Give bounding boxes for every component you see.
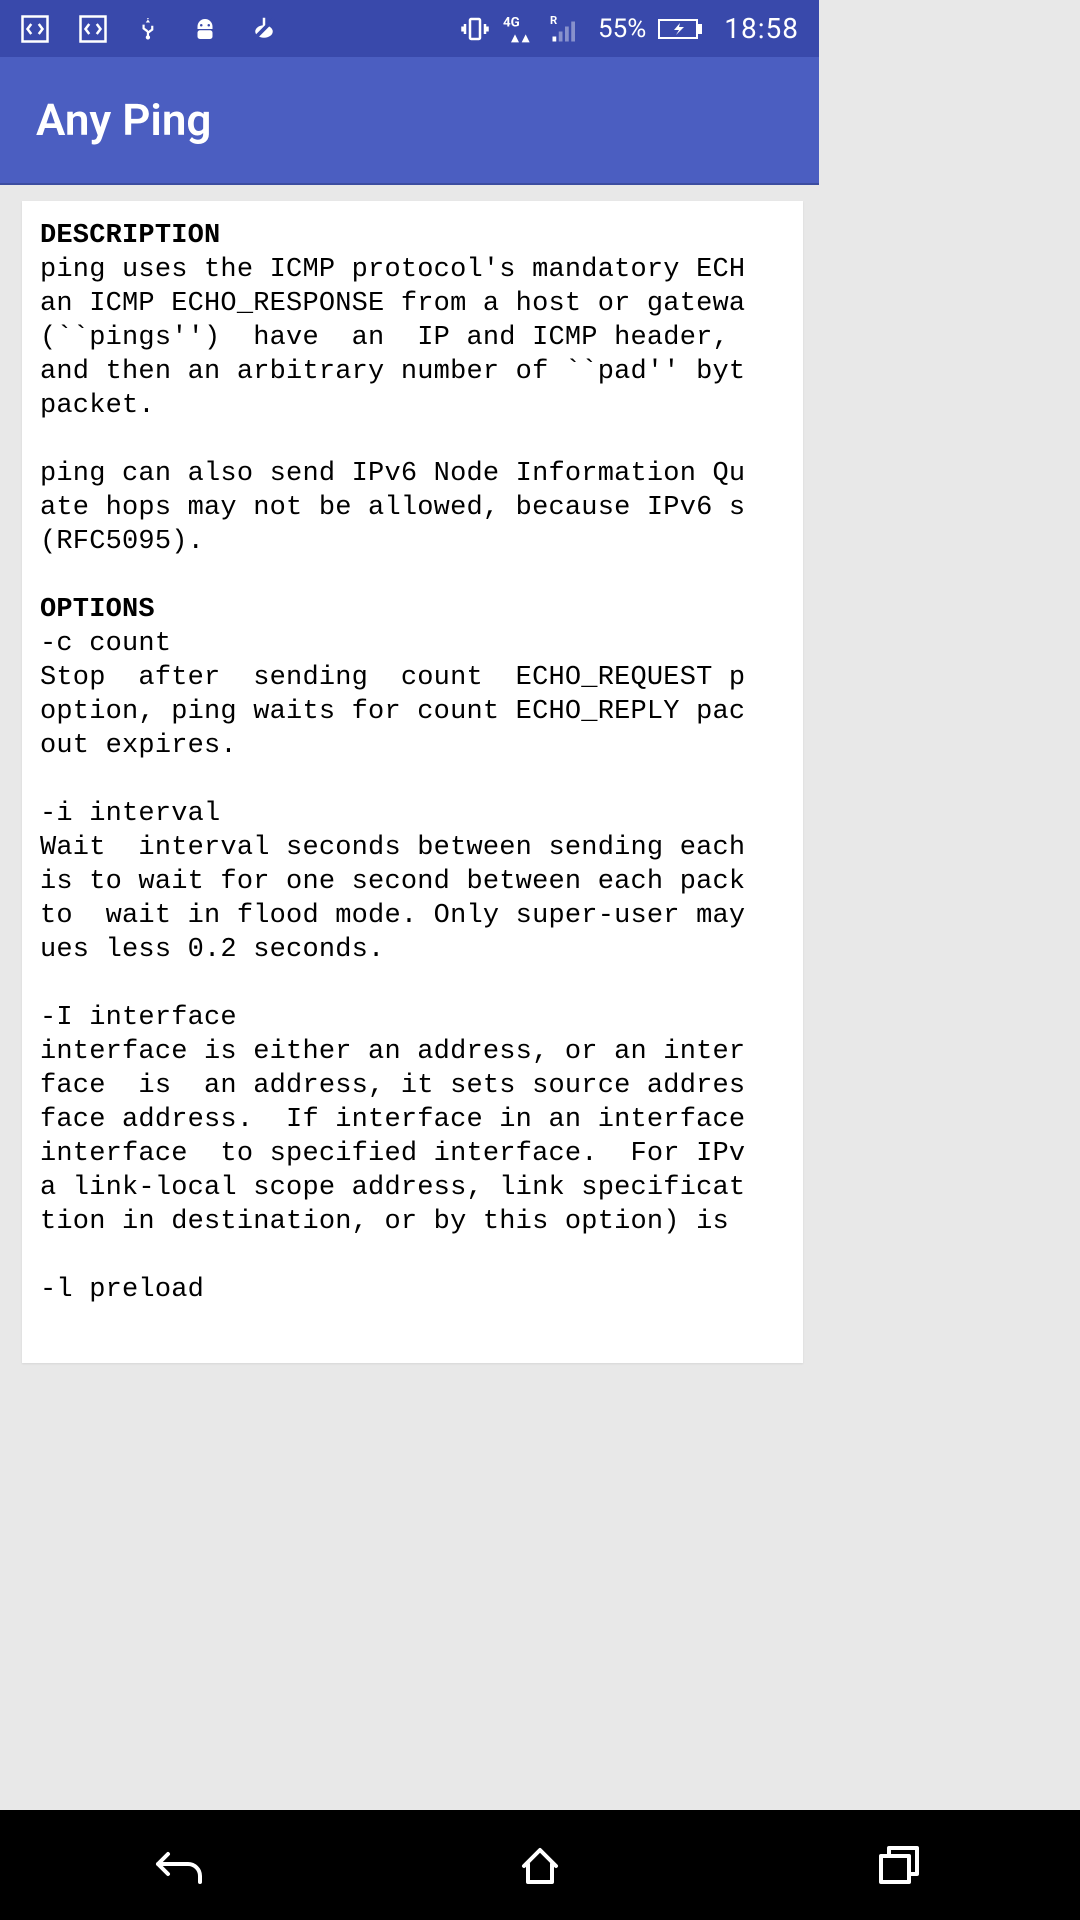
home-button[interactable]: [480, 1835, 600, 1895]
man-line: face is an address, it sets source addre…: [40, 1071, 745, 1101]
man-line: interface to specified interface. For IP…: [40, 1139, 745, 1169]
svg-text:4G: 4G: [503, 15, 520, 30]
code-icon: [20, 14, 50, 44]
man-line: ping can also send IPv6 Node Information…: [40, 459, 745, 489]
man-line: an ICMP ECHO_RESPONSE from a host or gat…: [40, 289, 745, 319]
battery-percent: 55%: [598, 14, 646, 44]
status-bar: 4G R 55% 18:58: [0, 0, 819, 57]
man-line: is to wait for one second between each p…: [40, 867, 745, 897]
recents-icon: [877, 1844, 923, 1886]
man-line: and then an arbitrary number of ``pad'' …: [40, 357, 745, 387]
app-title: Any Ping: [36, 94, 211, 146]
adb-icon: [190, 14, 220, 44]
man-line: -l preload: [40, 1275, 204, 1305]
man-line: a link-local scope address, link specifi…: [40, 1173, 745, 1203]
man-line: -i interval: [40, 799, 220, 829]
recents-button[interactable]: [840, 1835, 960, 1895]
man-page-card[interactable]: DESCRIPTION ping uses the ICMP protocol'…: [22, 201, 803, 1363]
content-area: DESCRIPTION ping uses the ICMP protocol'…: [0, 185, 819, 1363]
man-line: out expires.: [40, 731, 237, 761]
network-4g-icon: 4G: [502, 13, 536, 45]
man-line: Stop after sending count ECHO_REQUEST p: [40, 663, 745, 693]
man-line: face address. If interface in an interfa…: [40, 1105, 745, 1135]
man-line: packet.: [40, 391, 155, 421]
man-line: to wait in flood mode. Only super-user m…: [40, 901, 745, 931]
status-right: 4G R 55% 18:58: [460, 12, 799, 45]
man-line: tion in destination, or by this option) …: [40, 1207, 745, 1237]
mute-icon: [248, 14, 280, 44]
section-description-heading: DESCRIPTION: [40, 221, 220, 251]
man-line: option, ping waits for count ECHO_REPLY …: [40, 697, 745, 727]
code-icon: [78, 14, 108, 44]
app-bar: Any Ping: [0, 57, 819, 185]
man-line: -I interface: [40, 1003, 237, 1033]
man-line: ues less 0.2 seconds.: [40, 935, 384, 965]
man-line: -c count: [40, 629, 171, 659]
clock-text: 18:58: [724, 12, 799, 45]
status-left: [20, 14, 280, 44]
vibrate-icon: [460, 14, 490, 44]
svg-text:R: R: [550, 14, 557, 27]
section-options-heading: OPTIONS: [40, 595, 155, 625]
system-nav-bar: [0, 1810, 1080, 1920]
man-line: (``pings'') have an IP and ICMP header,: [40, 323, 745, 353]
man-line: ping uses the ICMP protocol's mandatory …: [40, 255, 745, 285]
signal-icon: R: [548, 14, 582, 44]
man-line: (RFC5095).: [40, 527, 204, 557]
usb-icon: [136, 14, 162, 44]
man-line: Wait interval seconds between sending ea…: [40, 833, 745, 863]
battery-charging-icon: [658, 17, 702, 41]
back-button[interactable]: [120, 1835, 240, 1895]
man-page-text: DESCRIPTION ping uses the ICMP protocol'…: [40, 219, 803, 1307]
home-icon: [518, 1844, 562, 1886]
man-line: ate hops may not be allowed, because IPv…: [40, 493, 745, 523]
back-icon: [154, 1844, 206, 1886]
man-line: interface is either an address, or an in…: [40, 1037, 745, 1067]
